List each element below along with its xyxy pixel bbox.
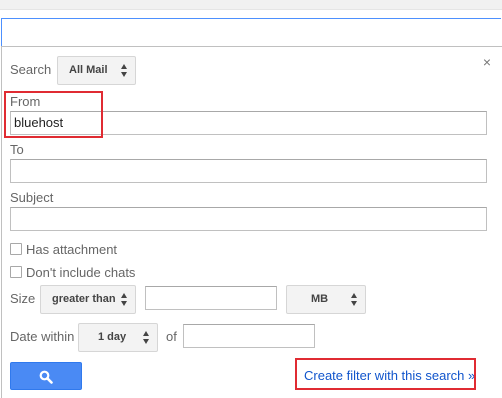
updown-arrows-icon bbox=[351, 293, 358, 306]
from-field-value: bluehost bbox=[14, 115, 64, 130]
search-icon bbox=[39, 370, 53, 384]
date-of-field[interactable] bbox=[183, 324, 315, 348]
has-attachment-label[interactable]: Has attachment bbox=[26, 242, 117, 257]
size-value-field[interactable] bbox=[145, 286, 277, 310]
size-operator-select[interactable]: greater than bbox=[40, 285, 136, 314]
to-field[interactable] bbox=[10, 159, 487, 183]
subject-field[interactable] bbox=[10, 207, 487, 231]
date-within-label: Date within bbox=[10, 329, 75, 344]
date-of-label: of bbox=[166, 329, 177, 344]
date-range-select[interactable]: 1 day bbox=[78, 323, 158, 352]
subject-label: Subject bbox=[10, 190, 54, 205]
size-unit-select[interactable]: MB bbox=[286, 285, 366, 314]
search-scope-select[interactable]: All Mail bbox=[57, 56, 136, 85]
search-scope-label: Search bbox=[10, 62, 52, 77]
from-field[interactable]: bluehost bbox=[10, 111, 487, 135]
close-icon[interactable]: × bbox=[480, 55, 494, 69]
updown-arrows-icon bbox=[143, 331, 150, 344]
size-operator-value: greater than bbox=[52, 293, 116, 305]
size-unit-value: MB bbox=[311, 293, 329, 305]
search-scope-value: All Mail bbox=[69, 64, 108, 76]
dont-include-chats-checkbox[interactable] bbox=[10, 266, 22, 278]
search-button[interactable] bbox=[10, 362, 82, 390]
updown-arrows-icon bbox=[121, 64, 128, 77]
search-input[interactable] bbox=[1, 18, 501, 47]
from-label: From bbox=[10, 94, 41, 109]
dont-include-chats-label[interactable]: Don't include chats bbox=[26, 265, 135, 280]
updown-arrows-icon bbox=[121, 293, 128, 306]
create-filter-link[interactable]: Create filter with this search » bbox=[304, 368, 475, 383]
size-label: Size bbox=[10, 291, 36, 306]
date-range-value: 1 day bbox=[98, 331, 127, 343]
top-toolbar-strip bbox=[0, 0, 502, 10]
to-label: To bbox=[10, 142, 24, 157]
has-attachment-checkbox[interactable] bbox=[10, 243, 22, 255]
